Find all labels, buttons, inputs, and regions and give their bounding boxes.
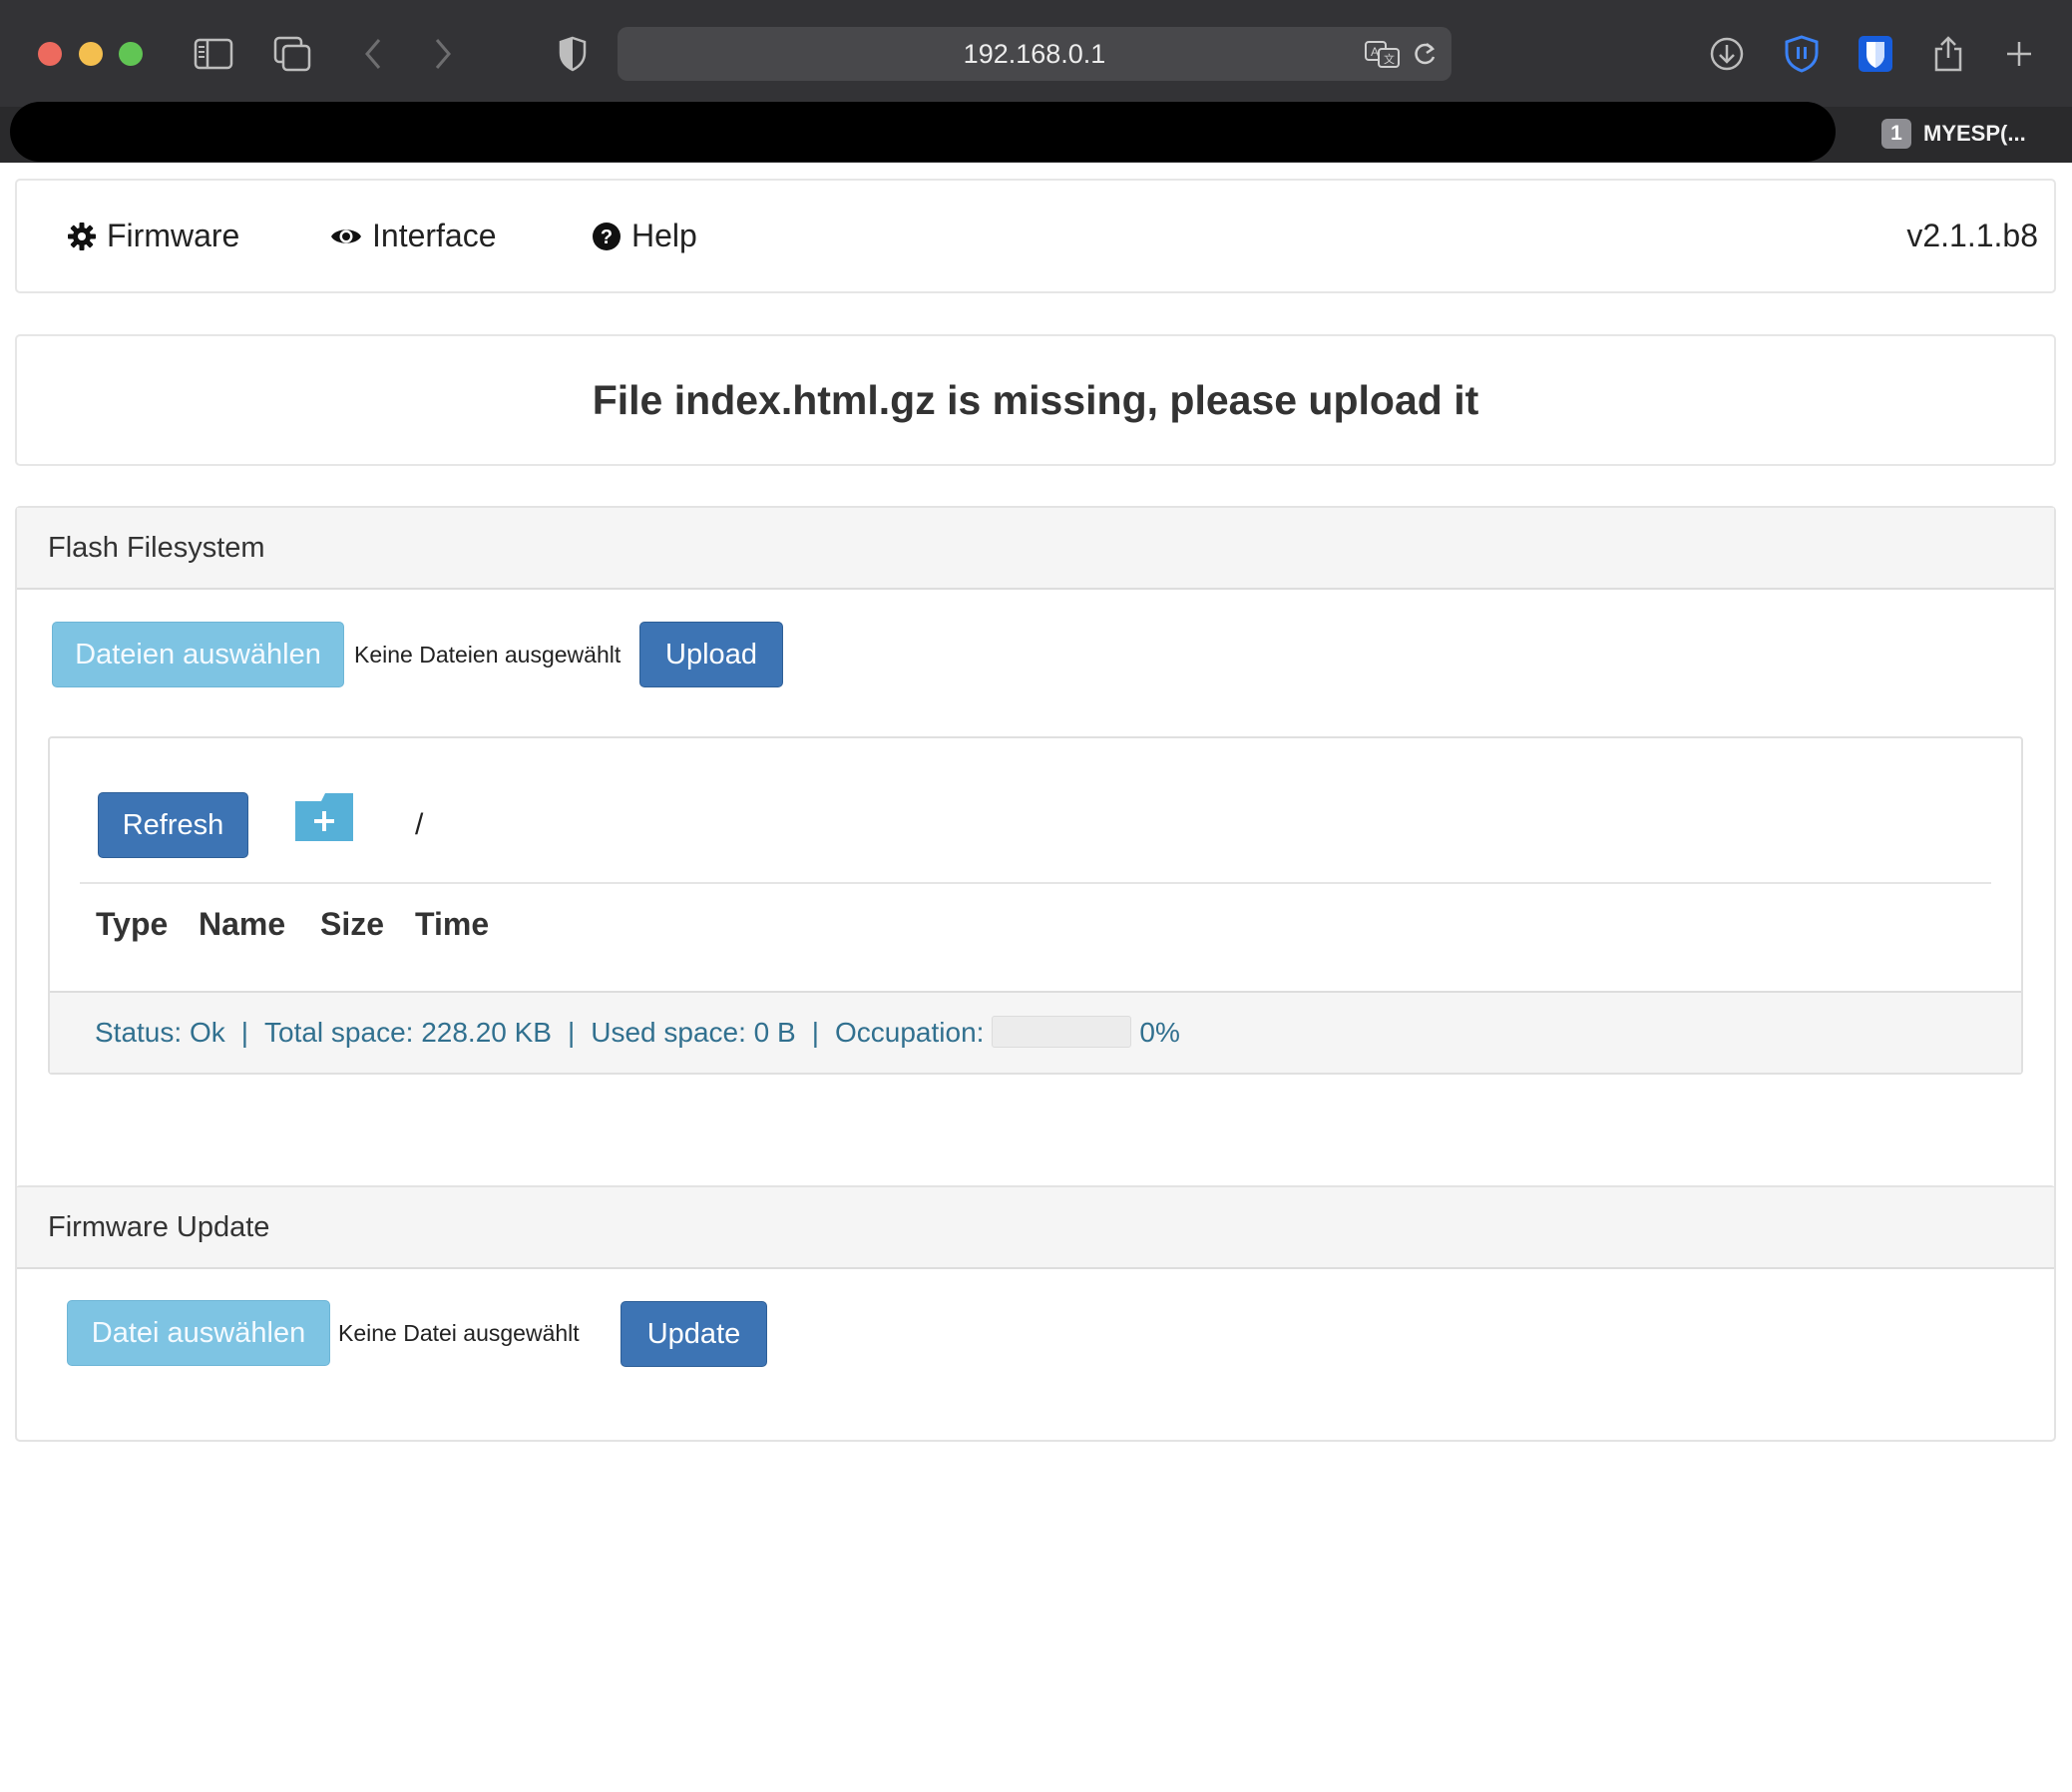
missing-file-message: File index.html.gz is missing, please up… <box>592 377 1479 423</box>
fs-total-space: Total space: 228.20 KB <box>264 1017 552 1048</box>
column-header-type[interactable]: Type <box>96 906 168 943</box>
svg-text:?: ? <box>601 226 613 248</box>
back-icon[interactable] <box>349 30 397 78</box>
redacted-tabs <box>10 102 1836 162</box>
gear-icon <box>67 222 97 251</box>
nav-interface-label: Interface <box>372 218 497 253</box>
file-browser-divider <box>80 882 1991 884</box>
refresh-button[interactable]: Refresh <box>98 792 248 858</box>
filesystem-status-bar: Status: Ok | Total space: 228.20 KB | Used s… <box>50 991 2021 1073</box>
occupation-progress-bar <box>992 1015 1132 1048</box>
current-path: / <box>415 808 424 841</box>
version-label: v2.1.1.b8 <box>1906 218 2038 253</box>
column-header-time[interactable]: Time <box>415 906 489 943</box>
firmware-update-title: Firmware Update <box>17 1187 2054 1269</box>
update-button[interactable]: Update <box>621 1301 767 1367</box>
nav-help-label: Help <box>631 218 697 253</box>
status-separator: | <box>567 1017 576 1048</box>
address-bar[interactable]: 192.168.0.1 A文 <box>618 27 1451 81</box>
status-separator: | <box>811 1017 819 1048</box>
folder-plus-icon <box>293 793 355 847</box>
tab-overview-icon[interactable] <box>268 30 316 78</box>
flash-filesystem-title: Flash Filesystem <box>17 508 2054 590</box>
privacy-shield-icon[interactable] <box>549 30 597 78</box>
missing-file-notice: File index.html.gz is missing, please up… <box>15 334 2056 466</box>
top-navbar: Firmware Interface ? Help v2.1.1.b8 <box>15 179 2056 293</box>
url-text: 192.168.0.1 <box>963 39 1106 69</box>
question-circle-icon: ? <box>592 222 622 251</box>
translate-icon[interactable]: A文 <box>1364 39 1402 74</box>
web-page: Firmware Interface ? Help v2.1.1.b8 File… <box>0 163 2072 1792</box>
minimize-window-button[interactable] <box>79 42 103 66</box>
forward-icon[interactable] <box>419 30 467 78</box>
file-browser: Refresh / Type Name Size Time Status: Ok… <box>48 736 2023 1075</box>
fs-occupation-value: 0% <box>1139 1017 1180 1048</box>
active-tab-title[interactable]: MYESP(... <box>1923 119 2026 149</box>
no-files-selected-text: Keine Dateien ausgewählt <box>354 642 622 668</box>
downloads-icon[interactable] <box>1703 30 1751 78</box>
nav-interface[interactable]: Interface <box>330 181 497 291</box>
fs-status: Status: Ok <box>95 1017 225 1048</box>
svg-text:A: A <box>1371 45 1379 59</box>
close-window-button[interactable] <box>38 42 62 66</box>
password-manager-icon[interactable] <box>1852 30 1899 78</box>
browser-chrome: 192.168.0.1 A文 1 MYESP(... <box>0 0 2072 163</box>
filesystem-status-line: Status: Ok | Total space: 228.20 KB | Used s… <box>95 993 1180 1073</box>
status-separator: | <box>240 1017 248 1048</box>
fs-used-space: Used space: 0 B <box>591 1017 796 1048</box>
nav-firmware[interactable]: Firmware <box>67 181 239 291</box>
choose-files-button[interactable]: Dateien auswählen <box>52 622 344 687</box>
adblock-shield-icon[interactable] <box>1778 30 1826 78</box>
zoom-window-button[interactable] <box>119 42 143 66</box>
sidebar-toggle-icon[interactable] <box>190 30 237 78</box>
share-icon[interactable] <box>1924 30 1972 78</box>
new-folder-button[interactable] <box>293 791 355 848</box>
nav-firmware-label: Firmware <box>107 218 240 253</box>
svg-text:文: 文 <box>1384 52 1395 66</box>
tab-count-badge[interactable]: 1 <box>1881 119 1911 149</box>
upload-button[interactable]: Upload <box>639 622 783 687</box>
fs-occupation-label: Occupation: <box>835 1017 985 1048</box>
nav-help[interactable]: ? Help <box>592 181 697 291</box>
choose-file-button[interactable]: Datei auswählen <box>67 1300 330 1366</box>
no-file-selected-text: Keine Datei ausgewählt <box>338 1320 580 1346</box>
eye-icon <box>330 224 362 248</box>
new-tab-icon[interactable] <box>1995 30 2043 78</box>
column-header-size[interactable]: Size <box>320 906 384 943</box>
browser-toolbar: 192.168.0.1 A文 <box>0 0 2072 107</box>
reload-icon[interactable] <box>1412 40 1438 73</box>
firmware-update-panel: Firmware Update Datei auswählen Keine Da… <box>15 1185 2056 1442</box>
column-header-name[interactable]: Name <box>199 906 285 943</box>
